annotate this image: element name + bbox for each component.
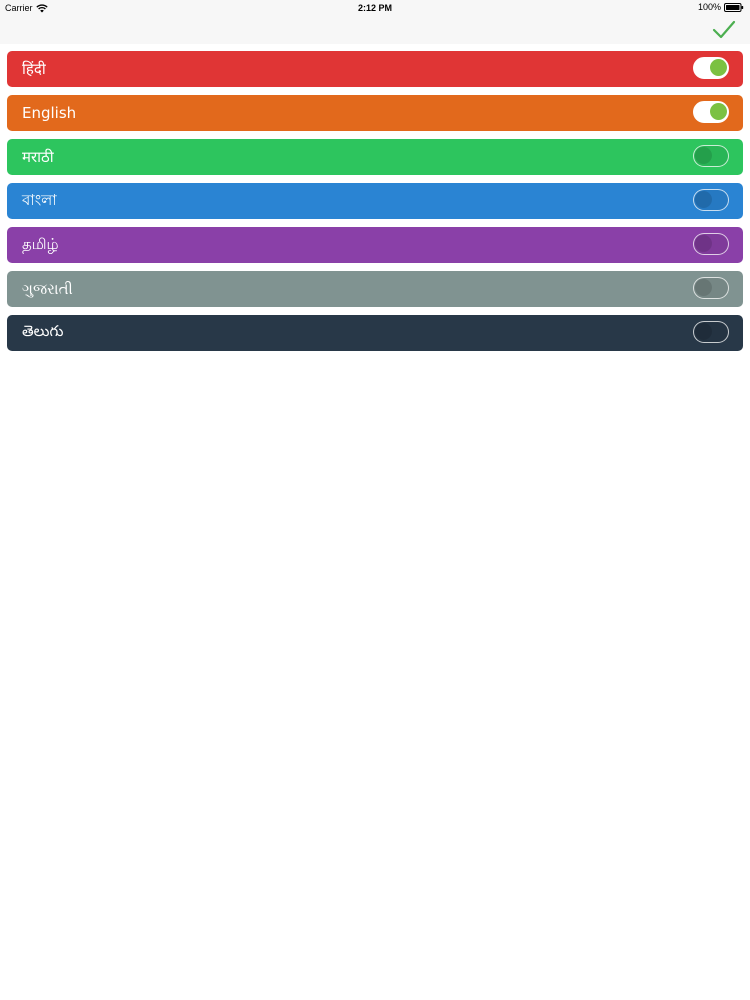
- language-toggle[interactable]: [693, 233, 729, 255]
- toggle-knob: [695, 191, 712, 208]
- toggle-knob: [695, 147, 712, 164]
- done-button[interactable]: [712, 20, 736, 40]
- language-label: বাংলা: [22, 190, 57, 209]
- language-label: हिंदी: [22, 60, 46, 78]
- language-list: हिंदी English मराठी বাংলা தமிழ் ગુજરાતી తెలుగు: [7, 51, 743, 359]
- battery-indicator: 100%: [698, 2, 744, 12]
- status-bar: Carrier 2:12 PM 100%: [0, 0, 750, 16]
- language-label: English: [22, 104, 77, 122]
- language-toggle[interactable]: [693, 321, 729, 343]
- language-toggle[interactable]: [693, 145, 729, 167]
- language-row[interactable]: मराठी: [7, 139, 743, 175]
- language-toggle[interactable]: [693, 189, 729, 211]
- navigation-bar: Carrier 2:12 PM 100%: [0, 0, 750, 44]
- toggle-knob: [695, 279, 712, 296]
- language-label: मराठी: [22, 148, 54, 166]
- battery-percent: 100%: [697, 2, 721, 12]
- language-row[interactable]: తెలుగు: [7, 315, 743, 351]
- language-toggle[interactable]: [693, 101, 729, 123]
- checkmark-icon: [712, 20, 736, 39]
- clock: 2:12 PM: [357, 3, 392, 13]
- language-label: తెలుగు: [22, 322, 64, 340]
- toggle-knob: [695, 323, 712, 340]
- language-label: தமிழ்: [22, 235, 59, 253]
- toggle-knob: [695, 235, 712, 252]
- language-toggle[interactable]: [693, 277, 729, 299]
- language-row[interactable]: English: [7, 95, 743, 131]
- language-toggle[interactable]: [693, 57, 729, 79]
- language-row[interactable]: বাংলা: [7, 183, 743, 219]
- language-row[interactable]: हिंदी: [7, 51, 743, 87]
- language-row[interactable]: தமிழ்: [7, 227, 743, 263]
- toggle-knob: [710, 59, 727, 76]
- language-label: ગુજરાતી: [22, 280, 73, 298]
- battery-icon: [724, 2, 744, 12]
- toggle-knob: [710, 103, 727, 120]
- language-row[interactable]: ગુજરાતી: [7, 271, 743, 307]
